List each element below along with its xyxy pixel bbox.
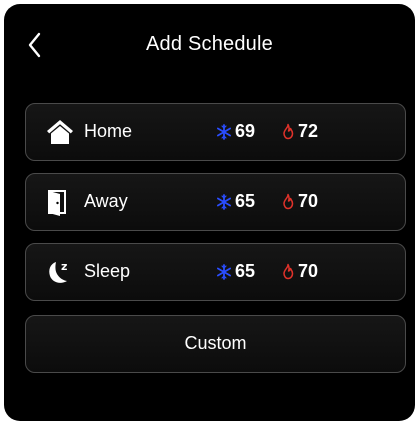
schedule-label: Home	[84, 121, 133, 141]
cool-setpoint: 69	[216, 121, 255, 142]
page-title: Add Schedule	[146, 33, 273, 55]
home-icon	[47, 120, 73, 144]
heat-setpoint: 72	[281, 121, 318, 142]
flame-icon	[283, 123, 294, 140]
snowflake-icon	[216, 193, 232, 210]
flame-icon	[283, 193, 294, 210]
cool-value: 69	[235, 121, 256, 141]
heat-setpoint: 70	[281, 261, 318, 282]
schedule-screen: Add Schedule Home 69 72 Away 65 70 z Sle…	[4, 4, 415, 421]
schedule-row-away[interactable]: Away 65 70	[25, 173, 406, 231]
heat-setpoint: 70	[281, 191, 318, 212]
cool-setpoint: 65	[216, 261, 255, 282]
custom-label: Custom	[184, 333, 247, 353]
heat-value: 72	[298, 121, 319, 141]
cool-value: 65	[235, 191, 256, 211]
heat-value: 70	[298, 261, 319, 281]
snowflake-icon	[216, 263, 232, 280]
schedule-label: Away	[84, 191, 128, 211]
flame-icon	[283, 263, 294, 280]
schedule-row-sleep[interactable]: z Sleep 65 70	[25, 243, 406, 301]
door-icon	[48, 190, 66, 216]
schedule-row-home[interactable]: Home 69 72	[25, 103, 406, 161]
snowflake-icon	[216, 123, 232, 140]
moon-icon: z	[49, 260, 67, 283]
heat-value: 70	[298, 191, 319, 211]
cool-value: 65	[235, 261, 256, 281]
cool-setpoint: 65	[216, 191, 255, 212]
svg-text:z: z	[61, 260, 67, 273]
schedule-label: Sleep	[84, 261, 131, 281]
custom-schedule-button[interactable]: Custom	[25, 315, 406, 373]
